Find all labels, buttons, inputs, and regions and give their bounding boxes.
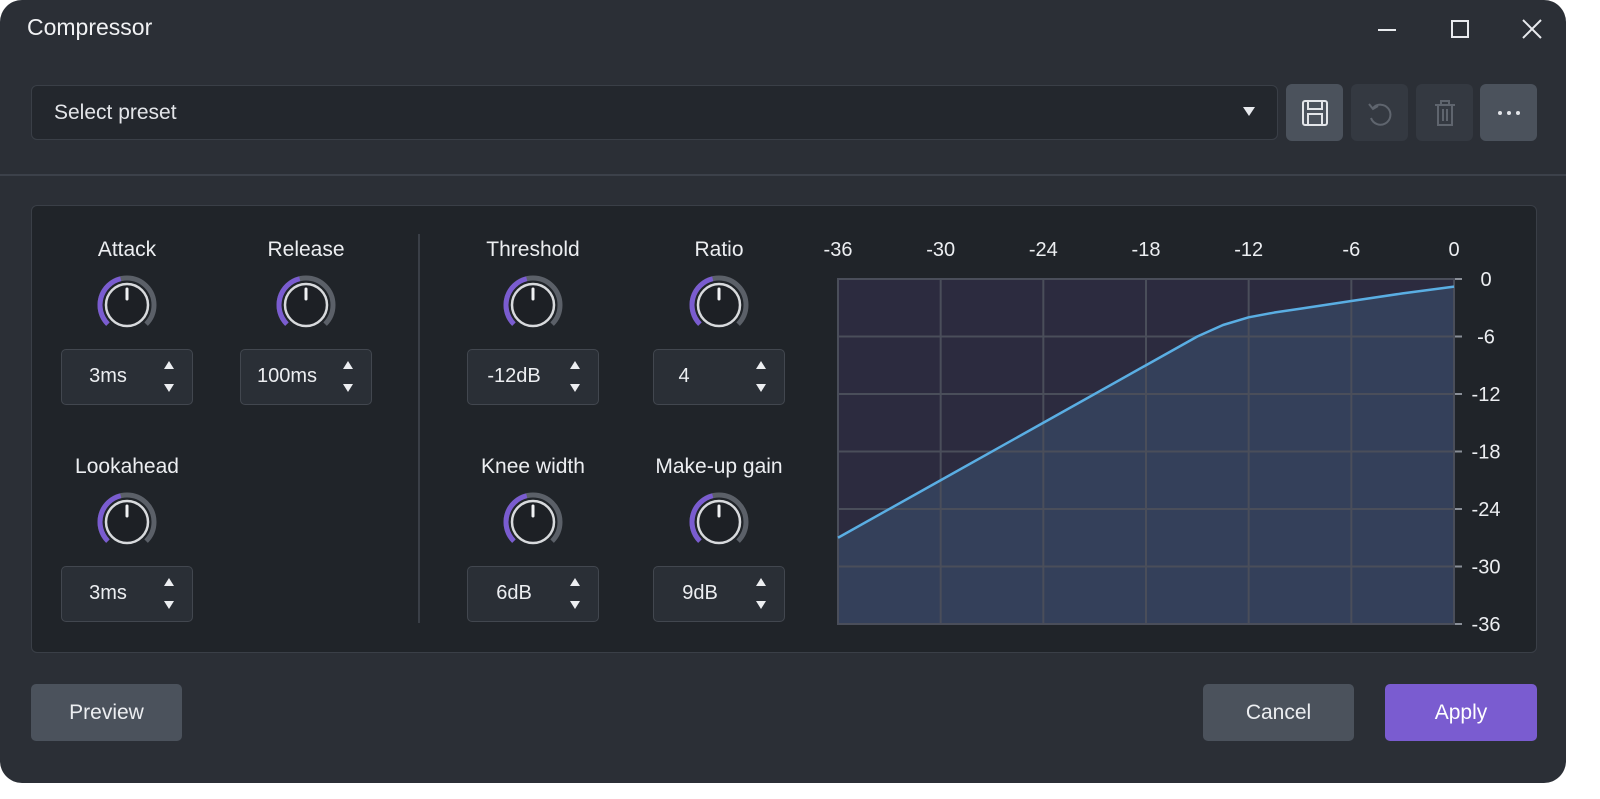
chart-x-tick-label: -18 — [1132, 239, 1161, 261]
chart-x-tick-label: -24 — [1029, 239, 1058, 261]
chart-y-tick-label: -36 — [1472, 614, 1501, 636]
chart-x-tick-label: -12 — [1234, 239, 1263, 261]
chart-y-tick-label: -6 — [1477, 327, 1495, 349]
apply-button[interactable]: Apply — [1385, 684, 1537, 741]
chart-y-tick-label: 0 — [1480, 269, 1491, 291]
chart-y-tick-label: -24 — [1472, 499, 1501, 521]
chart-x-tick-label: 0 — [1448, 239, 1459, 261]
chart-y-tick-label: -12 — [1472, 384, 1501, 406]
chart-x-tick-label: -36 — [824, 239, 853, 261]
chart-y-tick-label: -18 — [1472, 442, 1501, 464]
cancel-button[interactable]: Cancel — [1203, 684, 1354, 741]
chart-y-tick-label: -30 — [1472, 557, 1501, 579]
transfer-curve-chart: -36 -30 -24 -18 -12 -6 00 -6 -12 -18 -24 -30 -36 — [824, 239, 1501, 636]
chart-x-tick-label: -6 — [1342, 239, 1360, 261]
chart-x-tick-label: -30 — [926, 239, 955, 261]
compressor-window: Compressor Select preset Attack 3ms Rele… — [0, 0, 1566, 783]
preview-button[interactable]: Preview — [31, 684, 182, 741]
